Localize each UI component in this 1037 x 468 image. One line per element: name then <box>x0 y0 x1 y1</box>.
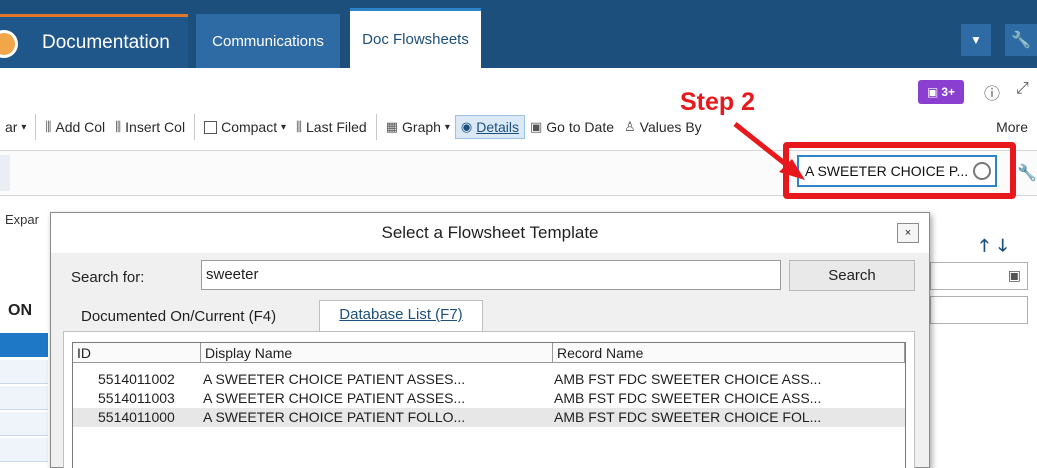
dropdown-menu-button[interactable]: ▼ <box>961 24 991 56</box>
graph-button[interactable]: ▦ Graph ▾ <box>381 116 455 138</box>
checkbox-icon <box>204 120 218 134</box>
chevron-down-icon: ▾ <box>21 121 27 133</box>
wrench-icon[interactable]: 🔧 <box>1017 163 1037 183</box>
close-button[interactable]: × <box>897 223 919 243</box>
documentation-icon <box>0 30 18 58</box>
table-header: ID Display Name Record Name <box>73 343 905 363</box>
tab-doc-flowsheets-label: Doc Flowsheets <box>362 31 469 48</box>
text-field[interactable] <box>930 296 1028 324</box>
database-list-panel: ID Display Name Record Name 5514011002 A… <box>63 331 915 468</box>
graph-label: Graph <box>402 119 441 135</box>
toolbar-bar-label: ar <box>5 119 18 135</box>
template-search-input[interactable]: sweeter <box>201 260 781 290</box>
search-button[interactable]: Search <box>789 260 915 291</box>
table-cell[interactable] <box>0 438 48 462</box>
chevron-down-icon: ▾ <box>444 121 450 133</box>
last-filed-button[interactable]: ⫼ Last Filed <box>291 116 372 138</box>
row-display-name: A SWEETER CHOICE PATIENT ASSES... <box>203 390 466 406</box>
column-header-display-name[interactable]: Display Name <box>201 343 553 363</box>
row-id: 5514011002 <box>98 371 175 387</box>
template-results-table: ID Display Name Record Name 5514011002 A… <box>72 342 906 468</box>
table-row[interactable]: 5514011003 A SWEETER CHOICE PATIENT ASSE… <box>73 389 905 408</box>
search-for-label: Search for: <box>71 269 145 286</box>
table-cell[interactable] <box>0 412 48 436</box>
expand-icon[interactable]: ⤢ <box>1016 80 1029 98</box>
go-to-date-label: Go to Date <box>546 119 614 135</box>
help-icon[interactable]: ⓘ <box>984 80 1000 104</box>
table-cell[interactable] <box>0 360 48 384</box>
graph-icon: ▦ <box>385 119 399 134</box>
tools-button[interactable]: 🔧 <box>1005 24 1037 56</box>
values-by-icon: ♙ <box>624 119 636 134</box>
toolbar-item-bar[interactable]: ar ▾ <box>0 116 31 138</box>
dialog-title: Select a Flowsheet Template <box>51 213 929 253</box>
step-2-annotation: Step 2 <box>680 88 756 116</box>
details-button[interactable]: ◉ Details <box>454 115 525 139</box>
compact-toggle[interactable]: Compact ▾ <box>199 116 291 138</box>
date-field[interactable]: ▣ <box>930 262 1028 290</box>
selected-cell[interactable] <box>0 333 48 357</box>
chevron-down-icon: ▼ <box>970 33 982 47</box>
media-icon: ▣ <box>926 85 939 99</box>
tab-communications-label: Communications <box>212 32 324 50</box>
top-nav-bar: Documentation Communications Doc Flowshe… <box>0 0 1037 68</box>
row-id: 5514011000 <box>98 409 175 425</box>
row-id: 5514011003 <box>98 390 175 406</box>
tab-database-list-label: Database List (F7) <box>339 306 463 323</box>
row-display-name: A SWEETER CHOICE PATIENT FOLLO... <box>203 409 466 425</box>
toolbar-divider <box>375 114 377 140</box>
column-header-record-name[interactable]: Record Name <box>553 343 905 363</box>
values-by-label: Values By <box>639 119 702 135</box>
table-row[interactable]: 5514011002 A SWEETER CHOICE PATIENT ASSE… <box>73 370 905 389</box>
insert-column-icon: ⫼ <box>115 119 122 134</box>
tab-documentation[interactable]: Documentation <box>0 14 188 68</box>
media-badge-count: 3+ <box>941 85 956 99</box>
navigation-arrows[interactable]: 🡑 🡓 <box>980 233 1007 262</box>
left-panel-edge <box>0 155 10 191</box>
go-to-date-button[interactable]: ▣ Go to Date <box>525 116 619 138</box>
flowsheet-toolbar: ar ▾ ⫼ Add Col ⫼ Insert Col Compact ▾ ⫼ Las… <box>0 108 1037 146</box>
annotation-highlight-box <box>783 142 1016 199</box>
last-filed-icon: ⫼ <box>296 119 303 134</box>
row-record-name: AMB FST FDC SWEETER CHOICE ASS... <box>554 390 822 406</box>
add-col-label: Add Col <box>55 119 106 135</box>
close-icon: × <box>904 227 912 239</box>
arrow-down-icon[interactable]: 🡓 <box>998 236 1007 255</box>
add-col-button[interactable]: ⫼ Add Col <box>40 116 110 138</box>
add-column-icon: ⫼ <box>45 119 52 134</box>
chevron-down-icon: ▾ <box>281 121 287 133</box>
insert-col-label: Insert Col <box>125 119 186 135</box>
compact-label: Compact <box>221 119 278 135</box>
left-column-cells <box>0 300 56 468</box>
arrow-up-icon[interactable]: 🡑 <box>980 236 989 255</box>
expand-label[interactable]: Expar <box>5 212 39 227</box>
calendar-icon[interactable]: ▣ <box>1008 267 1021 284</box>
row-display-name: A SWEETER CHOICE PATIENT ASSES... <box>203 371 466 387</box>
details-label: Details <box>476 119 519 135</box>
details-icon: ◉ <box>460 119 473 134</box>
wrench-icon: 🔧 <box>1011 32 1031 49</box>
insert-col-button[interactable]: ⫼ Insert Col <box>110 116 190 138</box>
table-row[interactable]: 5514011000 A SWEETER CHOICE PATIENT FOLL… <box>73 408 905 427</box>
tab-database-list[interactable]: Database List (F7) <box>319 300 483 331</box>
row-record-name: AMB FST FDC SWEETER CHOICE FOL... <box>554 409 822 425</box>
tab-doc-flowsheets[interactable]: Doc Flowsheets <box>350 8 481 68</box>
table-cell[interactable] <box>0 386 48 410</box>
calendar-icon: ▣ <box>530 119 543 134</box>
more-button[interactable]: More <box>991 116 1033 138</box>
toolbar-divider <box>194 114 196 140</box>
select-flowsheet-template-dialog: Select a Flowsheet Template × Search for… <box>50 212 930 468</box>
tab-communications[interactable]: Communications <box>196 14 340 68</box>
tab-documented-on-current[interactable]: Documented On/Current (F4) <box>81 303 301 331</box>
toolbar-divider <box>35 114 37 140</box>
row-record-name: AMB FST FDC SWEETER CHOICE ASS... <box>554 371 822 387</box>
last-filed-label: Last Filed <box>306 119 367 135</box>
media-badge[interactable]: ▣ 3+ <box>918 80 964 104</box>
tab-documentation-label: Documentation <box>42 31 170 53</box>
column-header-id[interactable]: ID <box>73 343 201 363</box>
values-by-button[interactable]: ♙ Values By <box>619 116 707 138</box>
more-label: More <box>996 119 1028 135</box>
